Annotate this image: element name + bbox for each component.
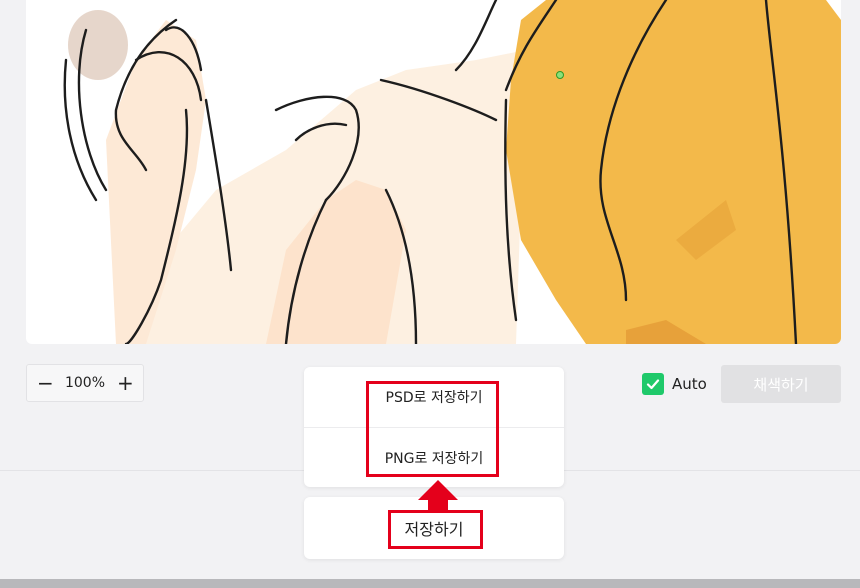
zoom-in-button[interactable]: + [117,373,134,393]
zoom-out-button[interactable]: − [37,373,54,393]
zoom-control: − 100% + [26,364,144,402]
bottom-scrollbar[interactable] [0,579,860,588]
auto-label: Auto [672,375,707,393]
zoom-level: 100% [64,375,106,391]
save-as-psd-option[interactable]: PSD로 저장하기 [304,367,564,427]
save-as-png-option[interactable]: PNG로 저장하기 [304,427,564,487]
colorize-button[interactable]: 채색하기 [721,365,841,403]
save-button[interactable]: 저장하기 [304,497,564,559]
auto-checkbox[interactable] [642,373,664,395]
image-canvas[interactable] [26,0,841,344]
auto-toggle[interactable]: Auto [642,373,707,395]
save-options-menu: PSD로 저장하기 PNG로 저장하기 [304,367,564,487]
illustration [63,0,841,344]
check-icon [646,379,660,390]
